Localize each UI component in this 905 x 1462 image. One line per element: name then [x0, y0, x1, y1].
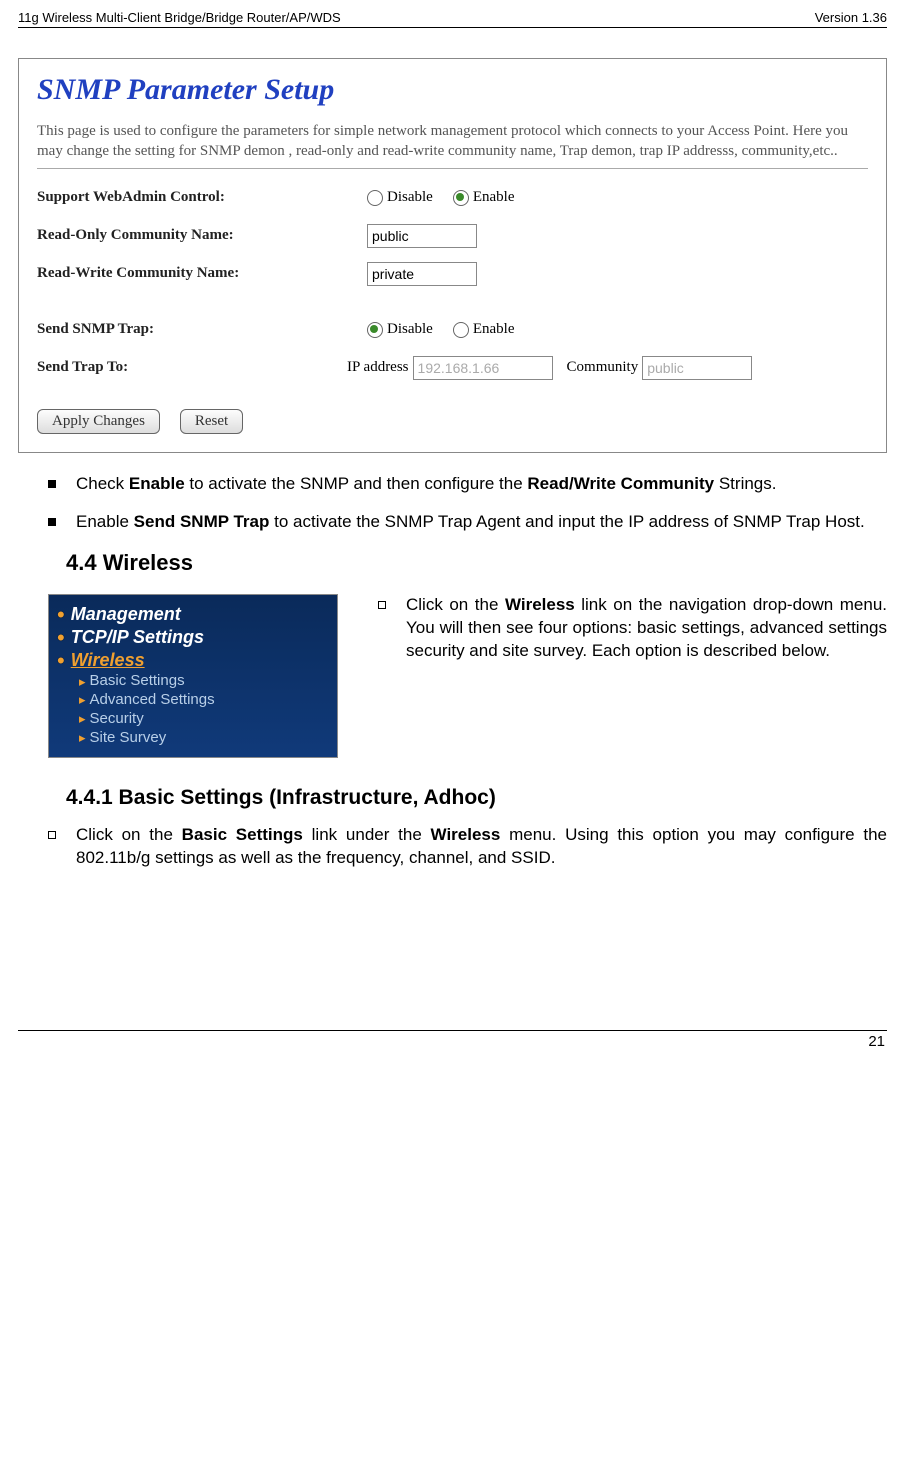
snmp-title: SNMP Parameter Setup — [37, 73, 868, 107]
text: Click on the — [76, 825, 182, 844]
send-trap-label: Send SNMP Trap: — [37, 321, 367, 338]
text-bold: Wireless — [505, 595, 575, 614]
nav-site-survey[interactable]: Site Survey — [90, 729, 167, 748]
text: to activate the SNMP Trap Agent and inpu… — [269, 512, 864, 531]
nav-management[interactable]: Management — [71, 604, 181, 625]
bullet-enable-snmp: Check Enable to activate the SNMP and th… — [48, 473, 887, 496]
bullet-send-trap: Enable Send SNMP Trap to activate the SN… — [48, 511, 887, 534]
snmp-description: This page is used to configure the param… — [37, 121, 868, 162]
header-divider — [18, 27, 887, 28]
send-trap-enable-radio[interactable] — [453, 322, 469, 338]
send-trap-to-label: Send Trap To: — [37, 359, 347, 376]
bullet-icon: • — [57, 608, 65, 622]
text-bold: Read/Write Community — [527, 474, 714, 493]
send-trap-disable-label: Disable — [387, 321, 433, 338]
text: Strings. — [714, 474, 776, 493]
divider — [37, 168, 868, 169]
readwrite-community-input[interactable]: private — [367, 262, 477, 286]
heading-4-4-1: 4.4.1 Basic Settings (Infrastructure, Ad… — [66, 786, 887, 810]
webadmin-enable-label: Enable — [473, 189, 515, 206]
chevron-right-icon: ▸ — [79, 711, 86, 727]
text-bold: Wireless — [431, 825, 501, 844]
nav-tcpip[interactable]: TCP/IP Settings — [71, 627, 204, 648]
reset-button[interactable]: Reset — [180, 409, 243, 434]
webadmin-disable-radio[interactable] — [367, 190, 383, 206]
send-trap-enable-label: Enable — [473, 321, 515, 338]
heading-4-4: 4.4 Wireless — [66, 550, 887, 576]
nav-advanced-settings[interactable]: Advanced Settings — [90, 691, 215, 710]
text-bold: Basic Settings — [182, 825, 303, 844]
send-trap-disable-radio[interactable] — [367, 322, 383, 338]
bullet-icon: • — [57, 654, 65, 668]
basic-settings-description: Click on the Basic Settings link under t… — [48, 824, 887, 870]
text: Enable — [76, 512, 134, 531]
snmp-config-panel: SNMP Parameter Setup This page is used t… — [18, 58, 887, 453]
bullet-icon — [48, 480, 56, 488]
nav-security[interactable]: Security — [90, 710, 144, 729]
readonly-community-label: Read-Only Community Name: — [37, 227, 367, 244]
nav-wireless[interactable]: Wireless — [71, 650, 145, 671]
readonly-community-input[interactable]: public — [367, 224, 477, 248]
webadmin-enable-radio[interactable] — [453, 190, 469, 206]
text: Check — [76, 474, 129, 493]
text: to activate the SNMP and then configure … — [185, 474, 528, 493]
wireless-description: Click on the Wireless link on the naviga… — [378, 594, 887, 663]
bullet-icon — [48, 518, 56, 526]
chevron-right-icon: ▸ — [79, 674, 86, 690]
page-number: 21 — [18, 1031, 887, 1050]
community-label: Community — [567, 359, 639, 376]
webadmin-disable-label: Disable — [387, 189, 433, 206]
header-left: 11g Wireless Multi-Client Bridge/Bridge … — [18, 10, 341, 25]
apply-changes-button[interactable]: Apply Changes — [37, 409, 160, 434]
chevron-right-icon: ▸ — [79, 692, 86, 708]
text: Click on the — [406, 595, 505, 614]
bullet-icon — [48, 831, 56, 839]
header-right: Version 1.36 — [815, 10, 887, 25]
navigation-menu: • Management • TCP/IP Settings • Wireless ▸… — [48, 594, 338, 758]
trap-ip-input[interactable]: 192.168.1.66 — [413, 356, 553, 380]
chevron-right-icon: ▸ — [79, 730, 86, 746]
text: link under the — [303, 825, 431, 844]
text-bold: Enable — [129, 474, 185, 493]
webadmin-label: Support WebAdmin Control: — [37, 189, 367, 206]
trap-community-input[interactable]: public — [642, 356, 752, 380]
bullet-icon — [378, 601, 386, 609]
text-bold: Send SNMP Trap — [134, 512, 270, 531]
ip-address-label: IP address — [347, 359, 409, 376]
bullet-icon: • — [57, 631, 65, 645]
nav-basic-settings[interactable]: Basic Settings — [90, 672, 185, 691]
readwrite-community-label: Read-Write Community Name: — [37, 265, 367, 282]
